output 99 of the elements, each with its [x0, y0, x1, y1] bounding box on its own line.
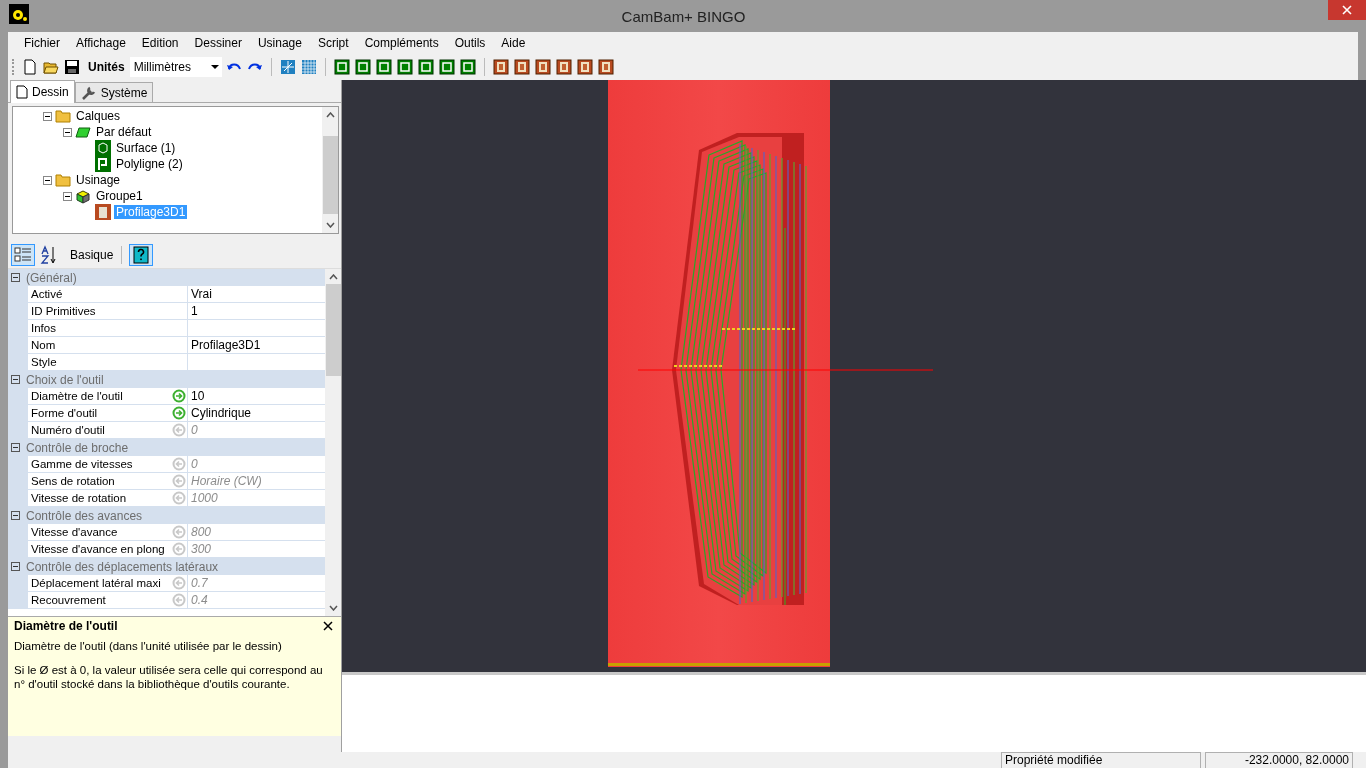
app-logo-icon [9, 4, 29, 24]
collapse-icon[interactable] [43, 111, 52, 121]
wrench-icon [80, 84, 97, 101]
operation-icon [95, 204, 111, 220]
property-name[interactable]: Déplacement latéral maxi [31, 577, 169, 589]
property-value[interactable]: 0 [188, 423, 198, 437]
tree-item[interactable]: Calques [74, 109, 123, 123]
folder-icon [55, 172, 71, 188]
menu-item[interactable]: Outils [446, 36, 494, 50]
property-name[interactable]: Vitesse d'avance [31, 526, 169, 538]
close-button[interactable] [1328, 0, 1366, 20]
property-value[interactable]: Horaire (CW) [188, 474, 262, 488]
units-dropdown[interactable]: Millimètres [129, 57, 222, 77]
scrollbar-thumb[interactable] [322, 136, 338, 214]
mode-label[interactable]: Basique [70, 248, 114, 262]
property-value[interactable]: 300 [188, 542, 212, 556]
menu-item[interactable]: Dessiner [186, 36, 250, 50]
new-file-icon[interactable] [22, 59, 38, 75]
property-value[interactable]: Vrai [188, 287, 212, 301]
collapse-icon[interactable] [63, 127, 72, 137]
menu-item[interactable]: Fichier [16, 36, 68, 50]
scroll-down-icon[interactable] [328, 605, 338, 611]
help-text: Diamètre de l'outil (dans l'unité utilisée par le dessin) [14, 639, 283, 653]
menu-item[interactable]: Usinage [249, 36, 310, 50]
right-arrow-circle-icon[interactable] [172, 389, 186, 403]
property-value[interactable]: Cylindrique [188, 406, 252, 420]
tree-item[interactable]: Groupe1 [94, 189, 145, 203]
scroll-up-icon[interactable] [325, 112, 335, 118]
category-label: (Général) [26, 270, 77, 285]
property-name[interactable]: Activé [31, 288, 169, 300]
property-value[interactable]: Profilage3D1 [188, 338, 261, 352]
tree-item[interactable]: Par défaut [94, 125, 154, 139]
menu-item[interactable]: Compléments [356, 36, 447, 50]
menu-item[interactable]: Script [309, 36, 357, 50]
property-name[interactable]: Forme d'outil [31, 407, 169, 419]
property-value[interactable]: 1000 [188, 491, 218, 505]
close-icon [1342, 5, 1352, 15]
property-name[interactable]: Vitesse de rotation [31, 492, 169, 504]
scroll-up-icon[interactable] [328, 274, 338, 280]
menu-item[interactable]: Edition [133, 36, 187, 50]
caret-icon [210, 65, 219, 69]
category-label: Contrôle des avances [26, 508, 143, 523]
close-icon[interactable] [323, 621, 333, 631]
open-folder-icon[interactable] [43, 59, 59, 75]
property-value[interactable]: 0.4 [188, 593, 208, 607]
property-value[interactable]: 0.7 [188, 576, 208, 590]
folder-icon [55, 108, 71, 124]
help-title: Diamètre de l'outil [14, 619, 118, 633]
property-name[interactable]: Recouvrement [31, 594, 169, 606]
units-label: Unités [88, 60, 125, 74]
property-value[interactable]: 1 [188, 304, 198, 318]
property-name[interactable]: Style [31, 356, 169, 368]
snap-icon[interactable] [279, 59, 296, 75]
page-icon [16, 85, 28, 99]
collapse-icon[interactable] [63, 191, 72, 201]
scrollbar[interactable] [322, 107, 338, 233]
cube-icon [95, 140, 111, 156]
menu-item[interactable]: Affichage [68, 36, 134, 50]
category-label: Choix de l'outil [26, 372, 104, 387]
collapse-icon[interactable] [11, 375, 20, 384]
collapse-icon[interactable] [11, 273, 20, 282]
scrollbar-thumb[interactable] [325, 284, 341, 376]
tab[interactable]: Système [74, 82, 154, 102]
property-value[interactable]: 0 [188, 457, 198, 471]
help-icon[interactable] [130, 245, 153, 265]
help-text: Si le Ø est à 0, la valeur utilisée sera celle qui correspond au n° d'outil stocké dans la bibliothèque d'outils courante. [14, 663, 324, 691]
property-name[interactable]: Nom [31, 339, 169, 351]
tree-item[interactable]: Surface (1) [114, 141, 178, 155]
property-name[interactable]: Gamme de vitesses [31, 458, 169, 470]
scrollbar[interactable] [325, 269, 341, 616]
layer-icon [75, 124, 91, 140]
window-title: CamBam+ BINGO [621, 7, 746, 25]
property-name[interactable]: Infos [31, 322, 169, 334]
save-icon[interactable] [64, 59, 80, 75]
property-name[interactable]: Diamètre de l'outil [31, 390, 169, 402]
grid-icon[interactable] [300, 59, 317, 75]
collapse-icon[interactable] [11, 562, 20, 571]
tree-item[interactable]: Usinage [74, 173, 123, 187]
tree-item[interactable]: Polyligne (2) [114, 157, 185, 171]
property-value[interactable]: 800 [188, 525, 212, 539]
right-arrow-circle-icon[interactable] [172, 406, 186, 420]
property-name[interactable]: Numéro d'outil [31, 424, 169, 436]
property-name[interactable]: Vitesse d'avance en plong [31, 543, 169, 555]
menu-item[interactable]: Aide [493, 36, 534, 50]
collapse-icon[interactable] [11, 511, 20, 520]
collapse-icon[interactable] [43, 175, 52, 185]
property-name[interactable]: ID Primitives [31, 305, 169, 317]
property-value[interactable]: 10 [188, 389, 205, 403]
collapse-icon[interactable] [11, 443, 20, 452]
group-icon [75, 188, 91, 204]
tab[interactable]: Dessin [10, 80, 75, 103]
property-name[interactable]: Sens de rotation [31, 475, 169, 487]
scroll-down-icon[interactable] [325, 222, 335, 228]
drawing-viewport[interactable] [342, 80, 1366, 672]
cursor-coordinates: -232.0000, 82.0000 [1205, 752, 1353, 768]
categorized-icon[interactable] [12, 245, 34, 265]
category-label: Contrôle de broche [26, 440, 129, 455]
status-message: Propriété modifiée [1001, 752, 1201, 768]
category-label: Contrôle des déplacements latéraux [26, 559, 219, 574]
